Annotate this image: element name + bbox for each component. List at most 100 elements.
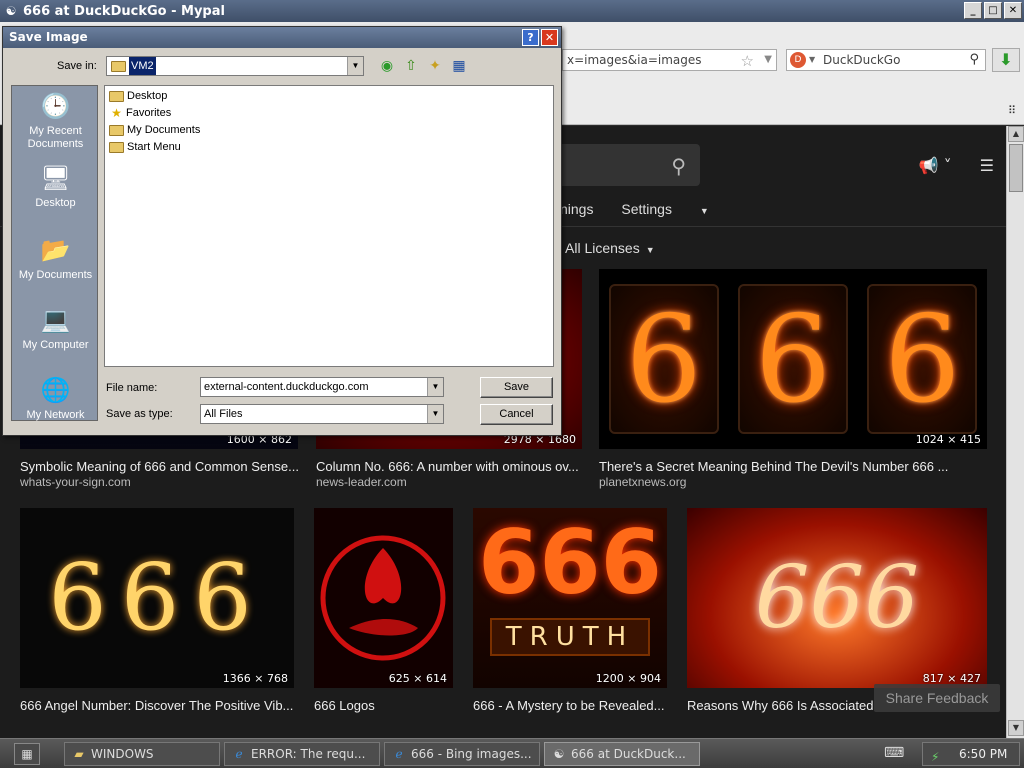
url-dropdown-icon[interactable]: ▼: [764, 50, 772, 70]
view-menu-icon[interactable]: ▦: [450, 58, 468, 74]
chevron-down-icon[interactable]: ▼: [347, 57, 363, 75]
dialog-close-icon[interactable]: ✕: [541, 29, 558, 46]
image-title[interactable]: 666 - A Mystery to be Revealed...: [473, 698, 667, 713]
save-type-label: Save as type:: [106, 408, 173, 420]
image-thumbnail[interactable]: 6 6 6: [599, 269, 987, 449]
license-filter[interactable]: All Licenses ▼: [565, 240, 655, 256]
chevron-down-icon[interactable]: ▼: [427, 378, 443, 396]
file-list[interactable]: Desktop ★ Favorites My Documents Start M…: [104, 85, 554, 367]
recent-documents-icon: 🕒: [40, 93, 71, 120]
dialog-toolbar: ◉ ⇧ ✦ ▦: [378, 58, 468, 74]
overflow-icon[interactable]: ⠿: [1008, 104, 1016, 117]
image-title[interactable]: 666 Angel Number: Discover The Positive …: [20, 698, 294, 713]
page-scrollbar[interactable]: ▲ ▼: [1006, 126, 1024, 738]
cancel-button[interactable]: Cancel: [480, 404, 553, 425]
maximize-button[interactable]: □: [984, 2, 1002, 19]
scroll-up-icon[interactable]: ▲: [1008, 126, 1024, 142]
task-label: 666 at DuckDuck...: [571, 747, 686, 761]
place-label: My Computer: [22, 339, 89, 351]
documents-folder-icon: 📂: [40, 237, 71, 264]
chevron-down-icon[interactable]: ▼: [427, 405, 443, 423]
image-thumbnail[interactable]: [314, 508, 453, 688]
network-globe-icon: 🌐: [40, 377, 71, 404]
image-source[interactable]: whats-your-sign.com: [20, 475, 131, 489]
image-source[interactable]: planetxnews.org: [599, 475, 686, 489]
save-type-select[interactable]: All Files ▼: [200, 404, 444, 424]
image-source[interactable]: news-leader.com: [316, 475, 407, 489]
network-icon[interactable]: ⚡: [931, 746, 939, 768]
keyboard-icon[interactable]: ⌨: [884, 745, 904, 761]
computer-icon: 💻: [40, 307, 71, 334]
place-label: My Network: [26, 409, 85, 421]
system-tray: ⚡ 6:50 PM: [922, 742, 1020, 766]
place-desktop[interactable]: 🖥 Desktop: [12, 164, 99, 210]
image-thumbnail[interactable]: 666 TRUTH: [473, 508, 667, 688]
place-label: My Recent Documents: [27, 125, 84, 150]
help-icon[interactable]: ?: [522, 29, 539, 46]
megaphone-icon[interactable]: 📢 ˅: [919, 156, 952, 175]
close-button[interactable]: ✕: [1004, 2, 1022, 19]
image-result-tile[interactable]: 625 × 614 666 Logos: [314, 508, 453, 724]
image-result-tile[interactable]: 666 1366 × 768 666 Angel Number: Discove…: [20, 508, 294, 724]
scroll-thumb[interactable]: [1009, 144, 1023, 192]
image-title[interactable]: There's a Secret Meaning Behind The Devi…: [599, 459, 987, 474]
place-my-network[interactable]: 🌐 My Network: [12, 376, 99, 422]
clock[interactable]: 6:50 PM: [959, 743, 1007, 765]
image-title[interactable]: 666 Logos: [314, 698, 453, 713]
list-item[interactable]: ★ Favorites: [108, 105, 171, 121]
up-folder-icon[interactable]: ⇧: [402, 58, 420, 74]
image-title[interactable]: Column No. 666: A number with ominous ov…: [316, 459, 582, 474]
chevron-down-icon: ▼: [645, 245, 655, 255]
taskbar-item[interactable]: ☯ 666 at DuckDuck...: [544, 742, 700, 766]
engine-dropdown-icon[interactable]: ▼: [809, 50, 815, 70]
image-thumbnail[interactable]: 666: [687, 508, 987, 688]
image-dimensions: 1366 × 768: [222, 672, 288, 685]
file-name-value: external-content.duckduckgo.com: [204, 381, 369, 393]
place-my-computer[interactable]: 💻 My Computer: [12, 306, 99, 352]
taskbar: ▦ ▰ WINDOWS ℯ ERROR: The requ... ℯ 666 -…: [0, 738, 1024, 768]
url-bar[interactable]: x=images&ia=images ☆ ▼: [562, 49, 777, 71]
back-icon[interactable]: ◉: [378, 58, 396, 74]
duckduckgo-icon[interactable]: D: [790, 52, 806, 68]
taskbar-item[interactable]: ℯ ERROR: The requ...: [224, 742, 380, 766]
list-item[interactable]: My Documents: [108, 122, 200, 138]
place-recent-documents[interactable]: 🕒 My Recent Documents: [12, 92, 99, 151]
share-feedback-button[interactable]: Share Feedback: [874, 684, 1000, 712]
taskbar-item[interactable]: ▰ WINDOWS: [64, 742, 220, 766]
url-text: x=images&ia=images: [567, 53, 702, 67]
start-menu-icon[interactable]: ▦: [14, 743, 40, 765]
new-folder-icon[interactable]: ✦: [426, 58, 444, 74]
bookmark-star-icon[interactable]: ☆: [741, 51, 754, 70]
license-filter-label: All Licenses: [565, 240, 640, 256]
image-title[interactable]: Reasons Why 666 Is Associated w: [687, 698, 877, 713]
tab-settings[interactable]: Settings ▼: [621, 201, 732, 217]
image-title[interactable]: Symbolic Meaning of 666 and Common Sense…: [20, 459, 298, 474]
place-my-documents[interactable]: 📂 My Documents: [12, 236, 99, 282]
download-button[interactable]: ⬇: [992, 48, 1020, 72]
file-name-field[interactable]: external-content.duckduckgo.com ▼: [200, 377, 444, 397]
search-icon[interactable]: ⚲: [969, 50, 979, 70]
file-name: Desktop: [127, 90, 168, 102]
ddg-search-icon[interactable]: ⚲: [671, 154, 686, 178]
hamburger-menu-icon[interactable]: ☰: [980, 156, 994, 175]
minimize-button[interactable]: _: [964, 2, 982, 19]
list-item[interactable]: Start Menu: [108, 139, 181, 155]
browser-title: 666 at DuckDuckGo - Mypal: [23, 3, 225, 19]
save-type-value: All Files: [204, 408, 243, 420]
search-bar[interactable]: D ▼ DuckDuckGo ⚲: [786, 49, 986, 71]
image-thumbnail[interactable]: 666: [20, 508, 294, 688]
image-dimensions: 625 × 614: [388, 672, 447, 685]
image-result-tile[interactable]: 6 6 6 1024 × 415 There's a Secret Meanin…: [599, 269, 987, 489]
desktop-icon: 🖥: [40, 165, 71, 192]
nav-tabs: nings Settings ▼: [560, 201, 757, 217]
image-result-tile[interactable]: 666 TRUTH 1200 × 904 666 - A Mystery to …: [473, 508, 667, 724]
save-button[interactable]: Save: [480, 377, 553, 398]
list-item[interactable]: Desktop: [108, 88, 167, 104]
scroll-down-icon[interactable]: ▼: [1008, 720, 1024, 736]
truth-word: TRUTH: [489, 618, 651, 656]
save-in-combo[interactable]: VM2 ▼: [106, 56, 364, 76]
tab-meanings[interactable]: nings: [560, 201, 593, 217]
ie-icon: ℯ: [235, 747, 243, 761]
taskbar-item[interactable]: ℯ 666 - Bing images...: [384, 742, 540, 766]
folder-icon: [109, 141, 124, 153]
